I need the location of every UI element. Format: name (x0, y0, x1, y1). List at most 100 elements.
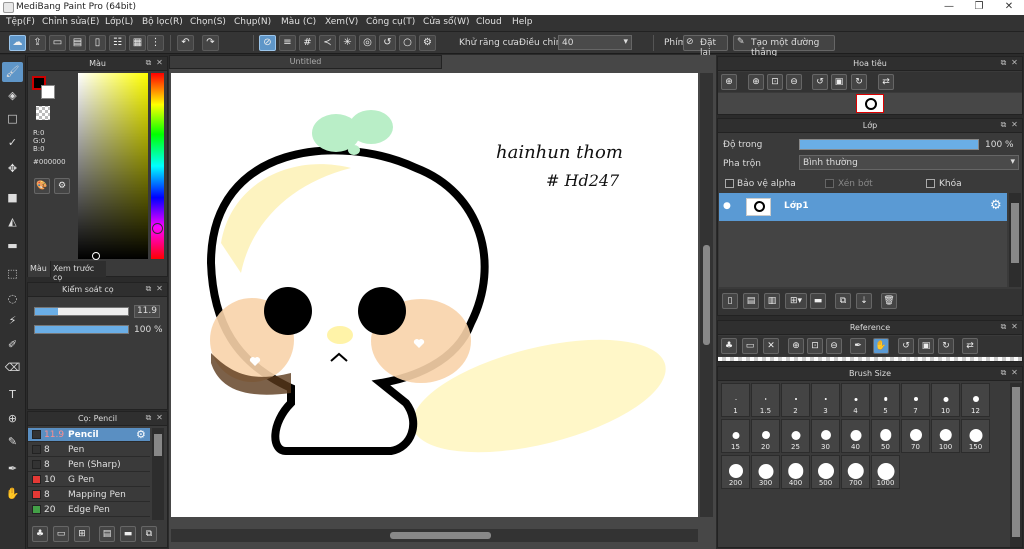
cross-snap-icon[interactable]: # (299, 35, 316, 51)
visibility-eye-icon[interactable]: ● (723, 201, 731, 211)
float-panel-icon[interactable]: ⧉ (999, 369, 1008, 378)
flip-icon[interactable]: ⇄ (962, 338, 978, 354)
hand-tool-icon[interactable]: ✋ (2, 484, 23, 504)
brush-size-cell[interactable]: 1000 (871, 455, 900, 489)
brush-size-cell[interactable]: 50 (871, 419, 900, 453)
zoom-in-alt-icon[interactable]: ⊕ (748, 74, 764, 90)
close-reference-icon[interactable]: ✕ (763, 338, 779, 354)
close-panel-icon[interactable]: ✕ (155, 285, 164, 294)
delete-layer-icon[interactable]: 🗑 (881, 293, 897, 309)
brush-size-cell[interactable]: 12 (961, 383, 990, 417)
scrollbar-thumb[interactable] (1011, 203, 1019, 263)
circle-snap-icon[interactable]: ○ (399, 35, 416, 51)
add-brush-menu-icon[interactable]: ⊞ (74, 526, 90, 542)
brush-list-item[interactable]: 8 Pen (28, 443, 150, 457)
text-tool-icon[interactable]: T (2, 385, 23, 405)
divide-tool-icon[interactable]: ✎ (2, 432, 23, 452)
curve-snap-icon[interactable]: ↺ (379, 35, 396, 51)
brush-size-cell[interactable]: 70 (901, 419, 930, 453)
page-list-icon[interactable]: ☷ (109, 35, 126, 51)
adjust-dropdown[interactable]: 40 ▾ (558, 35, 632, 50)
new-8bit-layer-icon[interactable]: ▥ (764, 293, 780, 309)
brush-size-cell[interactable]: 10 (931, 383, 960, 417)
protect-alpha-checkbox[interactable] (725, 179, 734, 188)
saturation-value-picker[interactable] (78, 73, 148, 259)
minimize-button[interactable]: — (934, 0, 964, 15)
concentric-snap-icon[interactable]: ◎ (359, 35, 376, 51)
actual-size-icon[interactable]: ▣ (918, 338, 934, 354)
brush-size-cell[interactable]: 400 (781, 455, 810, 489)
duplicate-brush-icon[interactable]: ⧉ (141, 526, 157, 542)
brush-size-cell[interactable]: 40 (841, 419, 870, 453)
cloud-import-icon[interactable]: ♣ (721, 338, 737, 354)
brush-size-cell[interactable]: 150 (961, 419, 990, 453)
clipping-checkbox[interactable] (825, 179, 834, 188)
drawing-canvas[interactable]: hainhun thom # Hd247 (171, 73, 698, 517)
brush-size-cell[interactable]: 3 (811, 383, 840, 417)
close-panel-icon[interactable]: ✕ (155, 414, 164, 423)
bucket-tool-icon[interactable]: ◭ (2, 212, 23, 232)
tab-color[interactable]: Màu (28, 261, 51, 277)
restore-button[interactable]: ❐ (964, 0, 994, 15)
brush-item-settings-icon[interactable]: ⚙ (136, 428, 146, 441)
operation-tool-icon[interactable]: ⊕ (2, 409, 23, 429)
menu-cloud[interactable]: Cloud (476, 17, 502, 27)
brush-settings-icon[interactable]: ▤ (99, 526, 115, 542)
rotate-left-icon[interactable]: ↺ (898, 338, 914, 354)
brush-size-cell[interactable]: 5 (871, 383, 900, 417)
brush-size-cell[interactable]: 200 (721, 455, 750, 489)
hand-icon[interactable]: ✋ (873, 338, 889, 354)
rotate-right-icon[interactable]: ↻ (851, 74, 867, 90)
lock-checkbox[interactable] (926, 179, 935, 188)
color-picker-settings-icon[interactable]: ⚙ (54, 178, 70, 194)
radial-snap-icon[interactable]: ✳ (339, 35, 356, 51)
brush-size-cell[interactable]: 25 (781, 419, 810, 453)
hscroll-thumb[interactable] (390, 532, 491, 539)
menu-select[interactable]: Chọn(S) (190, 17, 226, 27)
reset-button[interactable]: ⊘ Đặt lại (683, 35, 728, 58)
zoom-in-icon[interactable]: ⊕ (788, 338, 804, 354)
float-panel-icon[interactable]: ⧉ (999, 121, 1008, 130)
straight-line-button[interactable]: ✎ Tạo một đường thẳng (733, 35, 835, 58)
snap-settings-icon[interactable]: ⚙ (419, 35, 436, 51)
navigator-preview[interactable] (718, 93, 1022, 114)
brush-size-cell[interactable]: 700 (841, 455, 870, 489)
page-icon[interactable]: ▯ (89, 35, 106, 51)
brush-size-cell[interactable]: 20 (751, 419, 780, 453)
new-halftone-layer-icon[interactable]: ▤ (743, 293, 759, 309)
actual-size-icon[interactable]: ▣ (831, 74, 847, 90)
menu-view[interactable]: Xem(V) (325, 17, 358, 27)
blend-mode-dropdown[interactable]: Bình thường ▾ (799, 155, 1019, 170)
open-file-icon[interactable]: ▭ (742, 338, 758, 354)
brush-size-cell[interactable]: 100 (931, 419, 960, 453)
document-tab[interactable]: Untitled (169, 55, 442, 69)
brush-list-item[interactable]: 8 Mapping Pen (28, 488, 150, 502)
menu-window[interactable]: Cửa sổ(W) (423, 17, 469, 27)
menu-color[interactable]: Màu (C) (281, 17, 316, 27)
brush-opacity-slider[interactable] (34, 325, 129, 334)
canvas-vscrollbar[interactable] (700, 73, 713, 517)
transparent-swatch[interactable] (36, 106, 50, 120)
dots-page-icon[interactable]: ⋮ (147, 35, 164, 51)
parallel-snap-icon[interactable]: ≡ (279, 35, 296, 51)
brush-size-cell[interactable]: 1.5 (751, 383, 780, 417)
select-tool-icon[interactable]: ⬚ (2, 264, 23, 284)
brush-size-cell[interactable]: 7 (901, 383, 930, 417)
comment-list-icon[interactable]: ▤ (69, 35, 86, 51)
zoom-in-icon[interactable]: ⊕ (721, 74, 737, 90)
layer-scrollbar[interactable] (1009, 193, 1021, 287)
float-panel-icon[interactable]: ⧉ (144, 285, 153, 294)
float-panel-icon[interactable]: ⧉ (999, 59, 1008, 68)
brush-size-cell[interactable]: 500 (811, 455, 840, 489)
lasso-tool-icon[interactable]: ◌ (2, 289, 23, 309)
grid-page-icon[interactable]: ▦ (129, 35, 146, 51)
select-eraser-icon[interactable]: ⌫ (2, 358, 23, 378)
brush-size-cell[interactable]: 15 (721, 419, 750, 453)
rotate-left-icon[interactable]: ↺ (812, 74, 828, 90)
zoom-out-icon[interactable]: ⊖ (786, 74, 802, 90)
share-icon[interactable]: ⇪ (29, 35, 46, 51)
menu-file[interactable]: Tệp(F) (6, 17, 35, 27)
new-layer-icon[interactable]: ▯ (722, 293, 738, 309)
brush-size-cell[interactable]: 2 (781, 383, 810, 417)
dot-tool-icon[interactable]: ✓ (2, 133, 23, 153)
